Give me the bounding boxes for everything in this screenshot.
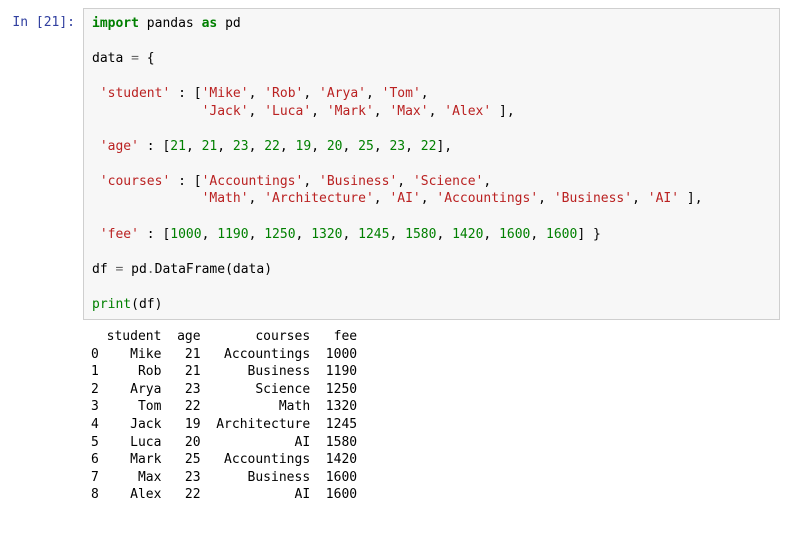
output-cell: student age courses fee 0 Mike 21 Accoun… [8,322,780,509]
prompt-close: ]: [59,15,75,30]
input-prompt: In [21]: [8,8,83,32]
output-row: 0 Mike 21 Accountings 1000 [91,347,357,362]
code-input[interactable]: import pandas as pd data = { 'student' :… [83,8,780,320]
output-text: student age courses fee 0 Mike 21 Accoun… [83,322,780,509]
output-row: 4 Jack 19 Architecture 1245 [91,417,357,432]
output-row: 3 Tom 22 Math 1320 [91,399,357,414]
output-row: 8 Alex 22 AI 1600 [91,487,357,502]
output-header: student age courses fee [91,329,357,344]
output-row: 2 Arya 23 Science 1250 [91,382,357,397]
prompt-in-label: In [ [12,15,43,30]
output-row: 7 Max 23 Business 1600 [91,470,357,485]
code-cell: In [21]: import pandas as pd data = { 's… [8,8,780,320]
prompt-number: 21 [44,15,60,30]
output-row: 1 Rob 21 Business 1190 [91,364,357,379]
output-row: 5 Luca 20 AI 1580 [91,435,357,450]
output-row: 6 Mark 25 Accountings 1420 [91,452,357,467]
